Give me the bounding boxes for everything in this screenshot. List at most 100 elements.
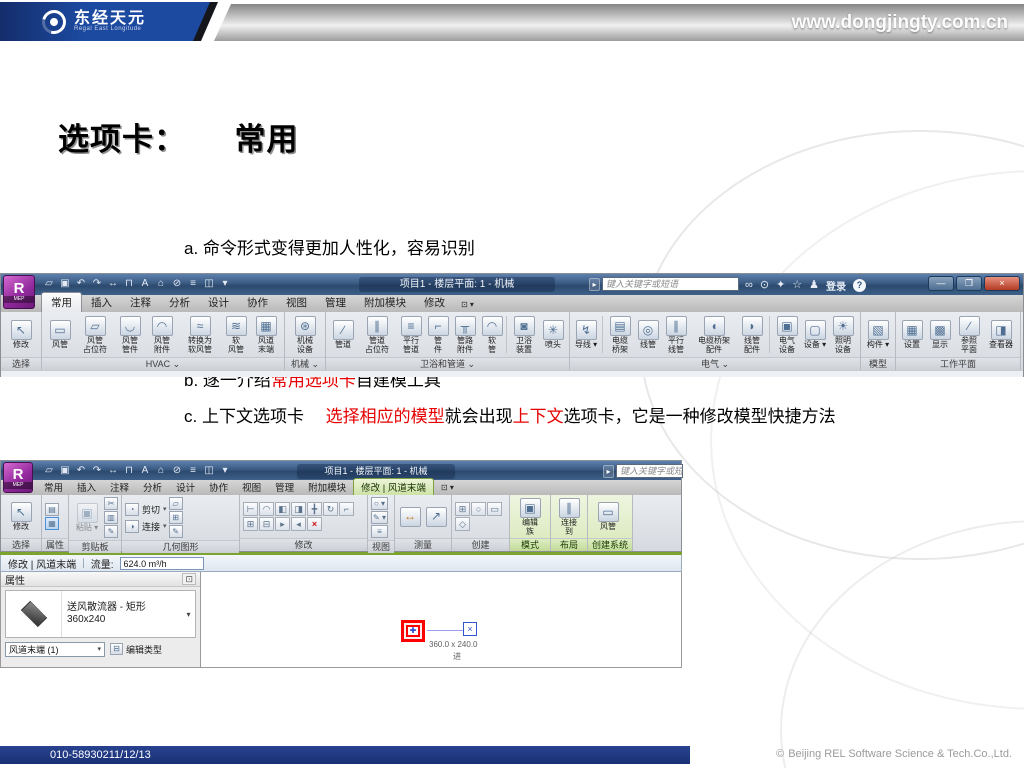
panel-label[interactable]: 创建系统 — [588, 538, 632, 551]
match-type-icon[interactable]: ✎ — [104, 525, 118, 538]
ribbon-tab[interactable]: 常用 — [37, 479, 70, 495]
text-icon[interactable]: A — [139, 465, 151, 477]
minimize-button[interactable]: — — [928, 276, 954, 291]
duct-system-button[interactable]: ▭风管 — [591, 501, 625, 532]
measure-icon[interactable]: ↔ — [107, 465, 119, 477]
duct-accessory-button[interactable]: ◠风管 附件 — [147, 315, 177, 354]
help-icon[interactable]: ? — [853, 279, 866, 292]
panel-label[interactable]: 几何图形 — [122, 540, 239, 553]
search-box[interactable]: ▸键入关键字或短语 — [603, 464, 683, 478]
text-icon[interactable]: A — [139, 278, 151, 290]
drawing-area[interactable]: ✚ × 360.0 x 240.0 进 — [201, 572, 682, 668]
array-icon[interactable]: ⊞ — [243, 517, 258, 531]
create-similar-icon[interactable]: ○ — [471, 502, 486, 516]
component-button[interactable]: ▧构件 ▾ — [864, 319, 892, 350]
create-assembly-icon[interactable]: ▭ — [487, 502, 502, 516]
app-menu-button[interactable]: RMEP — [3, 275, 35, 309]
ribbon-tab[interactable]: 常用 — [41, 292, 82, 312]
copy-to-clipboard-icon[interactable]: ▥ — [104, 511, 118, 524]
ribbon-tab[interactable]: 管理 — [268, 479, 301, 495]
save-icon[interactable]: ▣ — [59, 465, 71, 477]
type-dropdown-icon[interactable]: ▾ — [182, 610, 195, 619]
selected-diffuser[interactable]: ✚ — [401, 620, 425, 642]
save-icon[interactable]: ▣ — [59, 278, 71, 290]
panel-label[interactable]: 工作平面 — [896, 357, 1020, 370]
ribbon-tab[interactable]: 附加模块 — [355, 293, 415, 312]
search-binoculars-icon[interactable]: ∞ — [745, 279, 753, 292]
cable-tray-button[interactable]: ▤电缆 桥架 — [606, 315, 634, 354]
viewer-button[interactable]: ◨查看器 — [985, 319, 1017, 350]
lighting-fixture-button[interactable]: ☀照明 设备 — [829, 315, 857, 354]
paste-button[interactable]: ▣粘贴 ▾ — [72, 502, 102, 533]
convert-to-flex-duct-button[interactable]: ≈转换为 软风管 — [179, 315, 221, 354]
flex-pipe-button[interactable]: ◠软 管 — [481, 315, 503, 354]
join-geometry-button[interactable]: ◑连接▾ — [125, 520, 167, 533]
app-menu-button[interactable]: RMEP — [3, 462, 33, 493]
signin-label[interactable]: 登录 — [826, 278, 846, 293]
ribbon-tab[interactable]: 协作 — [238, 293, 277, 312]
ribbon-tab[interactable]: 设计 — [169, 479, 202, 495]
align-icon[interactable]: ⊢ — [243, 502, 258, 516]
set-work-plane-button[interactable]: ▦设置 — [899, 319, 925, 350]
section-icon[interactable]: ⊘ — [171, 465, 183, 477]
ribbon-tab[interactable]: 视图 — [277, 293, 316, 312]
panel-label[interactable]: 机械 ⌄ — [285, 357, 325, 370]
mirror-draw-axis-icon[interactable]: ◨ — [291, 502, 306, 516]
thin-lines-icon[interactable]: ≡ — [187, 465, 199, 477]
panel-label[interactable]: 创建 — [452, 538, 509, 551]
redo-icon[interactable]: ↷ — [91, 278, 103, 290]
cable-tray-fitting-button[interactable]: ◖电缆桥架 配件 — [692, 315, 736, 354]
conduit-button[interactable]: ◎线管 — [636, 319, 660, 350]
panel-label[interactable]: 卫浴和管道 ⌄ — [326, 357, 569, 370]
trim-extend-icon[interactable]: ⌐ — [339, 502, 354, 516]
mechanical-equipment-button[interactable]: ⊛机械 设备 — [288, 315, 322, 354]
panel-label[interactable]: 选择 — [1, 357, 41, 370]
electrical-equipment-button[interactable]: ▣电气 设备 — [773, 315, 801, 354]
search-nav-icon[interactable]: ▸ — [589, 278, 600, 291]
search-box[interactable]: ▸键入关键字或短语 — [589, 277, 739, 291]
create-parts-icon[interactable]: ◇ — [455, 517, 470, 531]
ribbon-tab[interactable]: 设计 — [199, 293, 238, 312]
pin-icon[interactable]: ◂ — [291, 517, 306, 531]
open-icon[interactable]: ▱ — [43, 278, 55, 290]
flow-tag-icon[interactable]: × — [463, 622, 477, 636]
qat-more-icon[interactable]: ▾ — [219, 465, 231, 477]
communication-icon[interactable]: ✦ — [776, 279, 785, 292]
default-3d-view-icon[interactable]: ⌂ — [155, 465, 167, 477]
search-nav-icon[interactable]: ▸ — [603, 465, 614, 478]
panel-label[interactable]: 修改 — [240, 538, 367, 551]
properties-icon[interactable]: ▤ — [45, 503, 59, 516]
sprinkler-button[interactable]: ✳喷头 — [540, 319, 566, 350]
connect-into-button[interactable]: ∥连接 到 — [554, 497, 584, 536]
plumbing-fixture-button[interactable]: ◙卫浴 装置 — [510, 315, 538, 354]
ribbon-tab[interactable]: 注释 — [103, 479, 136, 495]
wire-button[interactable]: ↯导线 ▾ — [573, 319, 599, 350]
modify-cursor-button[interactable]: ↖修改 — [4, 319, 38, 350]
mirror-pick-axis-icon[interactable]: ◧ — [275, 502, 290, 516]
edit-family-button[interactable]: ▣编辑 族 — [513, 497, 547, 536]
offset-icon[interactable]: ◠ — [259, 502, 274, 516]
duct-placeholder-button[interactable]: ▱风管 占位符 — [77, 315, 113, 354]
ribbon-tab[interactable]: 修改 | 风道末端 — [353, 478, 434, 495]
thin-lines-icon[interactable]: ≡ — [187, 278, 199, 290]
properties-window-icon[interactable]: ⊡ — [182, 573, 196, 585]
device-button[interactable]: ▢设备 ▾ — [803, 319, 827, 350]
panel-label[interactable]: 模型 — [861, 357, 895, 370]
ribbon-tab[interactable]: 注释 — [121, 293, 160, 312]
element-filter-select[interactable]: 风道末端 (1) ▾ — [5, 642, 105, 657]
signin-user-icon[interactable]: ♟ — [809, 279, 819, 292]
cut-to-clipboard-icon[interactable]: ✂ — [104, 497, 118, 510]
ribbon-tab[interactable]: 视图 — [235, 479, 268, 495]
redo-icon[interactable]: ↷ — [91, 465, 103, 477]
favorites-star-icon[interactable]: ☆ — [792, 279, 802, 292]
cut-geometry-button[interactable]: ◔剪切▾ — [125, 503, 167, 516]
pipe-accessory-button[interactable]: ╥管路 附件 — [451, 315, 479, 354]
section-icon[interactable]: ⊘ — [171, 278, 183, 290]
type-properties-icon[interactable]: ▦ — [45, 517, 59, 530]
open-icon[interactable]: ▱ — [43, 465, 55, 477]
split-face-icon[interactable]: ✎ — [169, 525, 183, 538]
paint-icon[interactable]: ⊞ — [169, 511, 183, 524]
dimension-button[interactable]: ↗ — [424, 506, 448, 528]
panel-label[interactable]: 视图 — [368, 540, 394, 553]
measure-between-button[interactable]: ↔ — [398, 506, 422, 528]
